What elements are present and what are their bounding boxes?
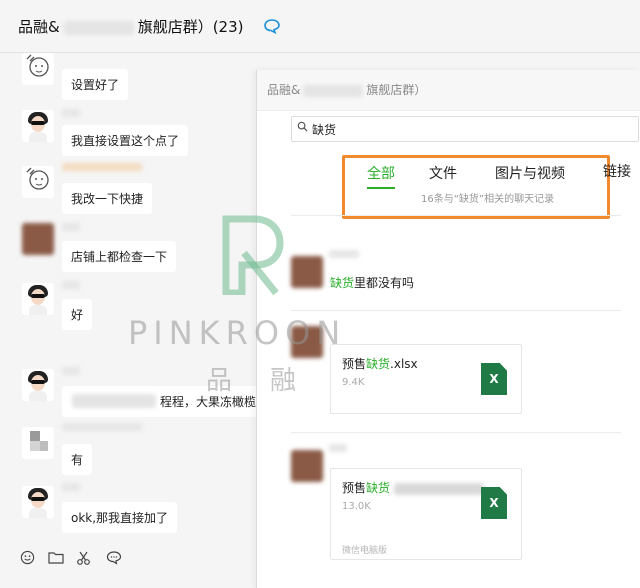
search-icon — [297, 121, 308, 132]
divider — [291, 310, 621, 311]
file-name-prefix: 预售 — [342, 481, 367, 495]
chat-title-suffix: 旗舰店群）(23) — [137, 18, 244, 36]
active-tab-underline — [367, 187, 395, 189]
folder-icon[interactable] — [48, 550, 64, 564]
file-result-card[interactable]: 预售缺货 13.0K X 微信电脑版 — [330, 468, 522, 560]
file-name-prefix: 预售 — [342, 357, 367, 371]
redacted-text — [72, 394, 156, 408]
message-bubble[interactable]: okk,那我直接加了 — [62, 502, 178, 533]
message-bubble[interactable]: 有 — [62, 444, 93, 475]
girl-sunglasses-avatar[interactable] — [22, 110, 54, 142]
message-bubble[interactable]: 我改一下快捷 — [62, 183, 153, 214]
file-source-label: 微信电脑版 — [342, 546, 388, 556]
scissors-icon[interactable] — [76, 550, 92, 566]
sender-name-redacted — [62, 483, 80, 491]
pixelated-avatar[interactable] — [22, 427, 54, 459]
message-bubble[interactable]: 好 — [62, 299, 93, 330]
history-search-input[interactable]: 缺货 — [291, 116, 639, 142]
tab-files[interactable]: 文件 — [429, 163, 457, 183]
search-tabs: 全部 文件 图片与视频 16条与“缺货”相关的聊天记录 — [342, 155, 610, 219]
excel-file-icon: X — [481, 363, 507, 395]
watermark-char: 品 — [206, 366, 233, 396]
file-name: 预售缺货 — [342, 479, 485, 496]
file-size: 9.4K — [342, 377, 365, 388]
emoji-icon[interactable] — [20, 550, 35, 565]
girl-sunglasses-avatar[interactable] — [22, 486, 54, 518]
tab-images-videos[interactable]: 图片与视频 — [495, 163, 565, 183]
sender-name-redacted — [62, 109, 80, 117]
divider — [291, 215, 621, 216]
search-value: 缺货 — [312, 123, 337, 137]
redacted-name — [303, 84, 364, 97]
title-bar: 品融& 旗舰店群）(23) — [0, 0, 640, 53]
watermark-brand: PINKROON — [128, 314, 347, 352]
girl-sunglasses-avatar[interactable] — [22, 283, 54, 315]
chat-title: 品融& 旗舰店群）(23) — [18, 16, 244, 37]
panel-header: 品融& 旗舰店群） — [257, 70, 640, 111]
chat-title-prefix: 品融& — [18, 18, 60, 36]
highlight-keyword: 缺货 — [366, 481, 391, 495]
chat-toolbar — [0, 540, 256, 580]
sketch-avatar[interactable] — [22, 53, 54, 85]
pinkroon-logo-watermark — [222, 215, 284, 295]
pixelated-avatar[interactable] — [22, 223, 54, 255]
file-extension: .xlsx — [390, 357, 418, 371]
speech-bubble-icon[interactable] — [106, 550, 122, 565]
message-bubble[interactable]: 店铺上都检查一下 — [62, 241, 177, 272]
sender-name-redacted — [62, 223, 80, 231]
sender-name-redacted — [62, 367, 80, 375]
panel-title-prefix: 品融& — [267, 83, 301, 97]
excel-file-icon: X — [481, 487, 507, 519]
pixelated-avatar[interactable] — [291, 450, 323, 482]
highlight-keyword: 缺货 — [330, 276, 355, 290]
divider — [291, 432, 621, 433]
tab-all[interactable]: 全部 — [367, 163, 395, 183]
search-result-message[interactable]: 缺货里都没有吗 — [330, 274, 414, 291]
panel-title: 品融& 旗舰店群） — [267, 81, 426, 98]
message-rest: 里都没有吗 — [354, 276, 415, 290]
watermark-char: 融 — [270, 366, 297, 396]
pixelated-avatar[interactable] — [291, 256, 323, 288]
chat-bubble-icon[interactable] — [263, 18, 281, 34]
file-name: 预售缺货.xlsx — [342, 355, 418, 372]
girl-sunglasses-avatar[interactable] — [22, 369, 54, 401]
message-text: 程程，大果冻橄榄 — [160, 395, 256, 409]
message-bubble[interactable]: 设置好了 — [62, 69, 129, 100]
message-bubble[interactable]: 我直接设置这个点了 — [62, 125, 189, 156]
result-summary: 16条与“缺货”相关的聊天记录 — [421, 194, 555, 205]
file-size: 13.0K — [342, 501, 371, 512]
sender-name-redacted — [62, 163, 142, 171]
file-result-card[interactable]: 预售缺货.xlsx 9.4K X — [330, 344, 522, 414]
sender-name-redacted — [62, 423, 142, 431]
sender-name-redacted — [62, 281, 80, 289]
redacted-name — [63, 20, 134, 35]
sender-name-redacted — [329, 444, 347, 452]
sender-name-redacted — [329, 250, 359, 258]
panel-title-suffix: 旗舰店群） — [366, 83, 427, 97]
tab-links[interactable]: 链接 — [603, 161, 631, 181]
sketch-avatar[interactable] — [22, 166, 54, 198]
redacted-text — [394, 482, 485, 495]
highlight-keyword: 缺货 — [366, 357, 391, 371]
